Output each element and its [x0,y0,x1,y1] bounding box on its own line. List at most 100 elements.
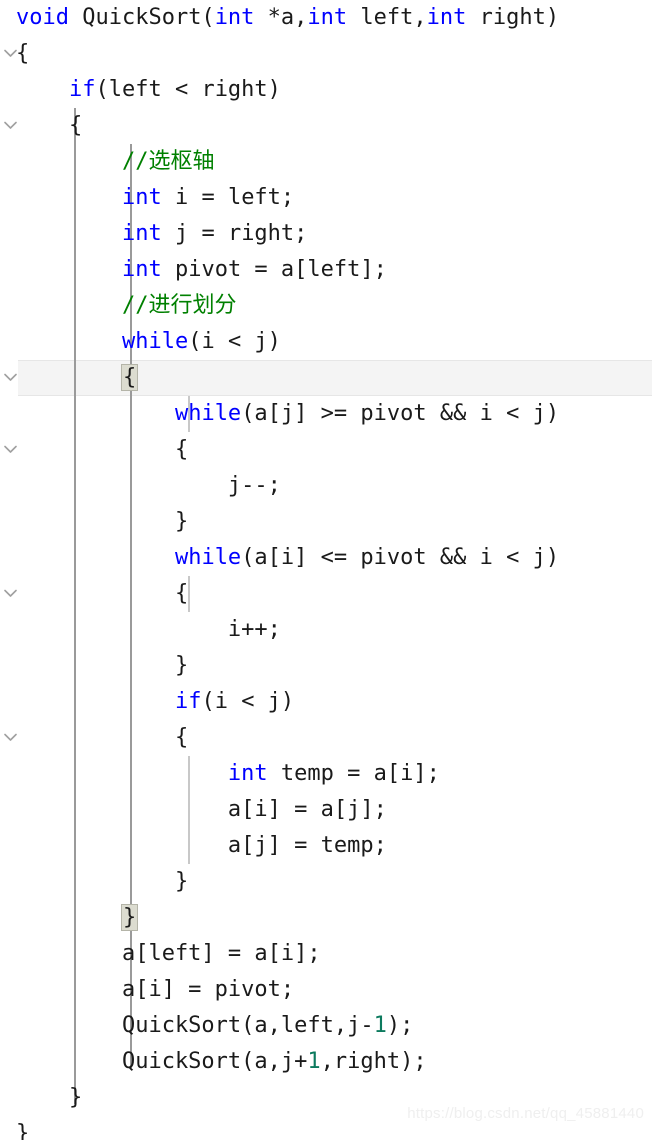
code-token: } [16,869,189,894]
code-line[interactable]: } [0,648,188,684]
code-token: a[left] = a[i]; [16,941,321,966]
code-line[interactable]: if(left < right) [0,72,281,108]
code-token: int [121,185,162,210]
code-line[interactable]: { [0,432,188,468]
code-line[interactable]: int i = left; [0,180,294,216]
indent-guide-line [188,576,190,612]
code-line[interactable]: while(a[i] <= pivot && i < j) [0,540,559,576]
code-line[interactable]: } [0,504,188,540]
code-token: temp = a[i]; [267,761,440,786]
code-line[interactable]: j--; [0,468,281,504]
code-line[interactable]: { [0,108,82,144]
code-token: QuickSort( [68,5,215,30]
code-line[interactable]: { [0,36,29,72]
code-token: { [16,113,83,138]
code-token: int [121,257,162,282]
code-token: i++; [16,617,281,642]
code-token: if [68,77,96,102]
code-line[interactable]: if(i < j) [0,684,294,720]
code-token: int [426,5,467,30]
code-token: while [121,329,189,354]
code-token: (i < j) [201,689,295,714]
code-token: (i < j) [188,329,281,354]
code-line[interactable]: int temp = a[i]; [0,756,440,792]
code-line[interactable]: i++; [0,612,281,648]
code-token: } [16,509,189,534]
code-token: j = right; [161,221,308,246]
code-line[interactable]: while(a[j] >= pivot && i < j) [0,396,559,432]
code-token: (left < right) [95,77,281,102]
code-editor-surface[interactable]: void QuickSort(int *a,int left,int right… [0,0,652,1140]
code-token: right) [466,5,560,30]
code-token: ); [386,1013,414,1038]
code-token: { [16,725,189,750]
code-token: int [227,761,268,786]
code-line[interactable]: void QuickSort(int *a,int left,int right… [0,0,559,36]
code-token: 1 [307,1049,321,1074]
code-line[interactable]: while(i < j) [0,324,281,360]
code-line[interactable]: //进行划分 [0,288,237,324]
code-token: QuickSort(a,j+ [16,1049,308,1074]
code-token: int [121,221,162,246]
code-token: } [16,653,189,678]
code-line[interactable]: int j = right; [0,216,307,252]
matched-brace: { [120,364,139,391]
code-token: a[i] = pivot; [16,977,295,1002]
code-line[interactable]: } [0,900,139,936]
code-line[interactable]: int pivot = a[left]; [0,252,387,288]
code-line[interactable]: QuickSort(a,left,j-1); [0,1008,413,1044]
code-token: while [174,545,242,570]
code-line[interactable]: } [0,864,188,900]
code-line[interactable]: a[i] = pivot; [0,972,294,1008]
code-token: (a[j] >= pivot && i < j) [241,401,560,426]
code-line[interactable]: { [0,576,188,612]
code-token: int [214,5,255,30]
code-line[interactable]: { [0,720,188,756]
code-line[interactable]: a[left] = a[i]; [0,936,321,972]
code-token: left, [347,5,427,30]
code-line[interactable]: QuickSort(a,j+1,right); [0,1044,427,1080]
code-line[interactable]: a[j] = temp; [0,828,387,864]
code-token: i = left; [161,185,295,210]
code-token: //选枢轴 [121,149,215,174]
code-line[interactable]: { [0,360,139,396]
code-token: ,right); [320,1049,427,1074]
code-token: a[j] = temp; [16,833,387,858]
code-token: } [16,1121,30,1140]
code-token: //进行划分 [121,293,237,318]
code-token: 1 [373,1013,387,1038]
code-token: (a[i] <= pivot && i < j) [241,545,560,570]
code-line[interactable]: a[i] = a[j]; [0,792,387,828]
code-token: QuickSort(a,left,j- [16,1013,374,1038]
code-token: while [174,401,242,426]
code-line[interactable]: } [0,1080,82,1116]
code-token: j--; [16,473,281,498]
code-token: { [16,581,189,606]
code-token: { [16,437,189,462]
code-token: { [16,41,30,66]
code-token: if [174,689,202,714]
code-line[interactable]: //选枢轴 [0,144,215,180]
matched-brace: } [120,904,139,931]
code-token: a[i] = a[j]; [16,797,387,822]
code-line[interactable]: } [0,1116,29,1140]
code-token: } [16,1085,83,1110]
watermark-url: https://blog.csdn.net/qq_45881440 [407,1105,644,1122]
code-token: *a, [254,5,308,30]
code-token: pivot = a[left]; [161,257,387,282]
code-token: void [16,5,69,30]
code-token: int [307,5,348,30]
